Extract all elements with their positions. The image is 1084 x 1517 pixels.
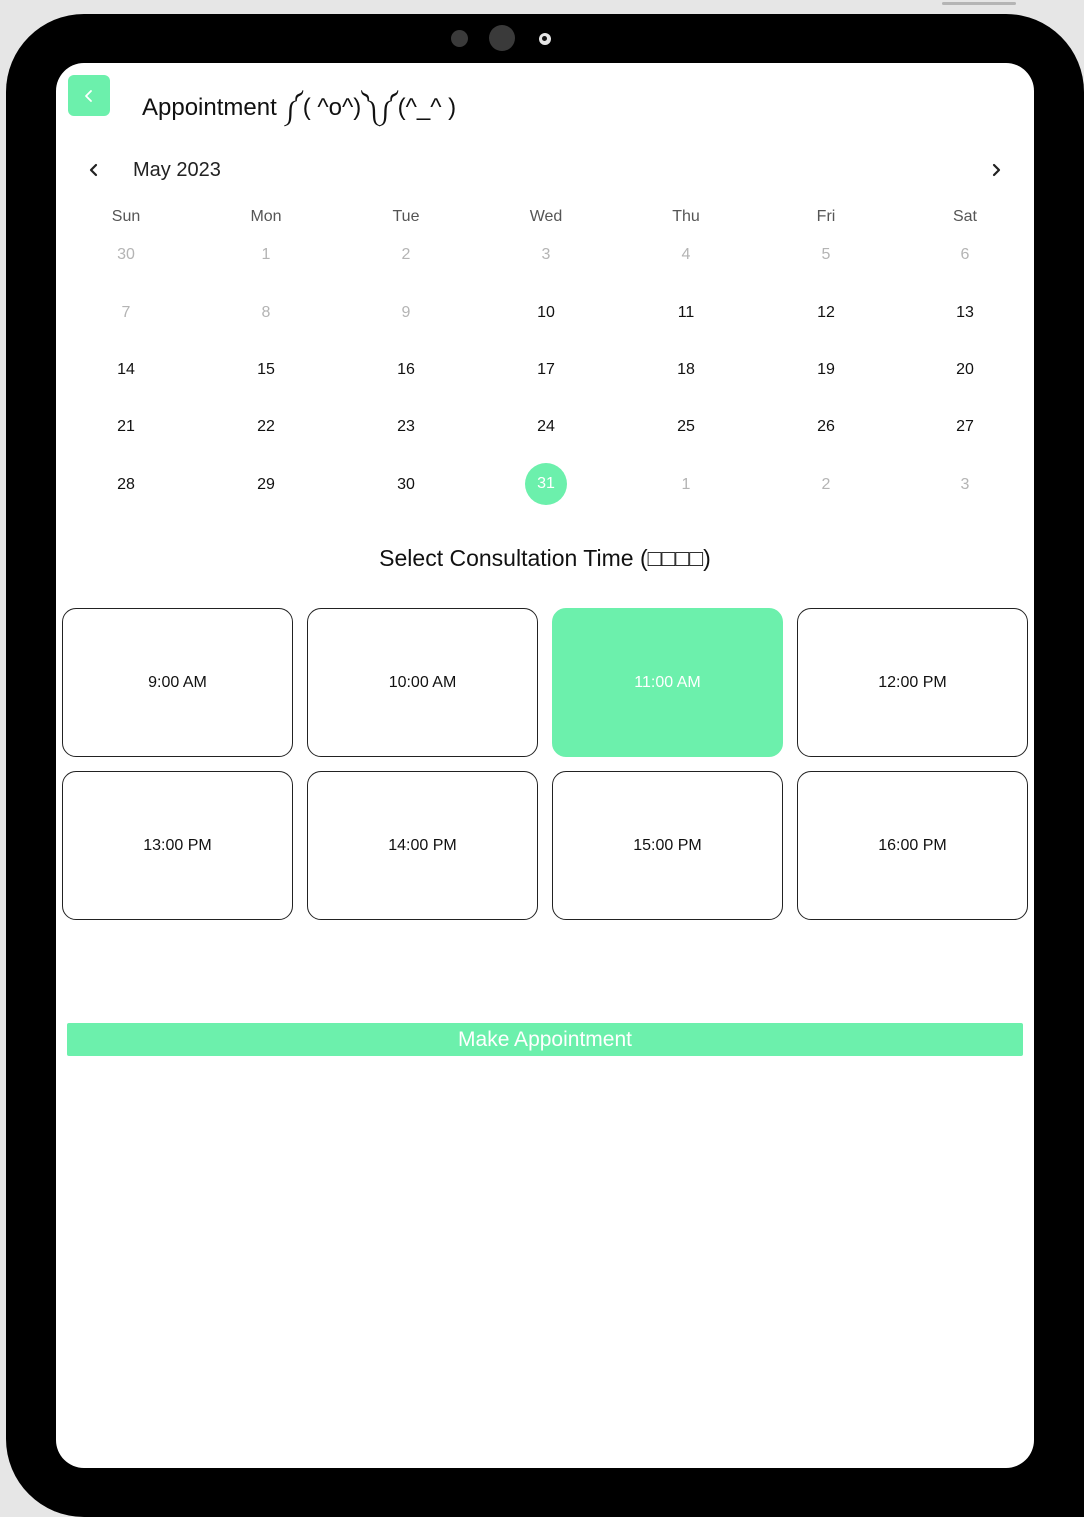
- calendar-day: 7: [121, 304, 131, 321]
- calendar-day[interactable]: 20: [935, 361, 995, 379]
- weekday-label: Wed: [529, 208, 563, 225]
- calendar-day[interactable]: 10: [516, 304, 576, 322]
- calendar-day: 9: [401, 304, 411, 321]
- calendar-weekday-header: Sun Mon Tue Wed Thu Fri Sat: [56, 208, 1034, 232]
- calendar-day: 1: [261, 246, 271, 263]
- sensor-dot: [489, 25, 515, 51]
- time-slot[interactable]: 14:00 PM: [307, 771, 538, 920]
- weekday-label: Sat: [952, 208, 977, 225]
- calendar-day[interactable]: 18: [656, 361, 716, 379]
- weekday-label: Fri: [816, 208, 836, 225]
- calendar-month-label: May 2023: [133, 159, 221, 181]
- calendar-day: 2: [821, 476, 831, 493]
- calendar-day[interactable]: 24: [516, 418, 576, 436]
- calendar-week-row: 14 15 16 17 18 19 20: [56, 361, 1034, 385]
- time-slot[interactable]: 12:00 PM: [797, 608, 1028, 757]
- calendar-day[interactable]: 17: [516, 361, 576, 379]
- time-slot[interactable]: 9:00 AM: [62, 608, 293, 757]
- page-title: Appointment ༼( ^o^)༽༼(^_^ ): [142, 94, 457, 121]
- app-screen: Appointment ༼( ^o^)༽༼(^_^ ) May 2023 Sun…: [56, 63, 1034, 1468]
- calendar-day[interactable]: 25: [656, 418, 716, 436]
- calendar-day[interactable]: 13: [935, 304, 995, 322]
- calendar-day[interactable]: 29: [236, 476, 296, 494]
- calendar-day: 5: [821, 246, 831, 263]
- calendar-day: 1: [681, 476, 691, 493]
- calendar-day[interactable]: 16: [376, 361, 436, 379]
- camera-lens: [539, 33, 551, 45]
- time-slot[interactable]: 16:00 PM: [797, 771, 1028, 920]
- calendar-day[interactable]: 27: [935, 418, 995, 436]
- time-slot-selected[interactable]: 11:00 AM: [552, 608, 783, 757]
- calendar-day: 8: [261, 304, 271, 321]
- calendar-day[interactable]: 21: [96, 418, 156, 436]
- calendar-day: 3: [541, 246, 551, 263]
- calendar-week-row: 30 1 2 3 4 5 6: [56, 246, 1034, 270]
- calendar-day[interactable]: 23: [376, 418, 436, 436]
- calendar-day[interactable]: 26: [796, 418, 856, 436]
- calendar-week-row: 21 22 23 24 25 26 27: [56, 418, 1034, 442]
- time-slot[interactable]: 13:00 PM: [62, 771, 293, 920]
- weekday-label: Tue: [392, 208, 420, 225]
- weekday-label: Thu: [672, 208, 700, 225]
- calendar-day-selected[interactable]: 31: [525, 463, 567, 505]
- back-button[interactable]: [68, 75, 110, 116]
- chevron-left-icon[interactable]: [84, 160, 104, 180]
- weekday-label: Mon: [250, 208, 282, 225]
- consultation-time-title: Select Consultation Time (□□□□): [379, 545, 711, 571]
- weekday-label: Sun: [111, 208, 141, 225]
- time-slot[interactable]: 10:00 AM: [307, 608, 538, 757]
- chevron-right-icon[interactable]: [986, 160, 1006, 180]
- calendar-day[interactable]: 22: [236, 418, 296, 436]
- calendar-day: 4: [681, 246, 691, 263]
- tablet-frame: Appointment ༼( ^o^)༽༼(^_^ ) May 2023 Sun…: [6, 14, 1084, 1517]
- calendar-week-row: 28 29 30 31 1 2 3: [56, 463, 1034, 505]
- calendar-day[interactable]: 19: [796, 361, 856, 379]
- calendar-day[interactable]: 15: [236, 361, 296, 379]
- make-appointment-button[interactable]: Make Appointment: [67, 1023, 1023, 1056]
- calendar-day: 3: [960, 476, 970, 493]
- sensor-dot: [451, 30, 468, 47]
- top-divider: [942, 2, 1016, 5]
- chevron-left-icon: [85, 89, 92, 102]
- calendar-day: 30: [117, 246, 135, 263]
- time-slot[interactable]: 15:00 PM: [552, 771, 783, 920]
- calendar-day: 6: [960, 246, 970, 263]
- calendar-week-row: 7 8 9 10 11 12 13: [56, 304, 1034, 328]
- calendar-day[interactable]: 30: [376, 476, 436, 494]
- calendar-day[interactable]: 11: [656, 304, 716, 322]
- calendar-day[interactable]: 14: [96, 361, 156, 379]
- calendar-day[interactable]: 28: [96, 476, 156, 494]
- calendar-day[interactable]: 12: [796, 304, 856, 322]
- calendar-day: 2: [401, 246, 411, 263]
